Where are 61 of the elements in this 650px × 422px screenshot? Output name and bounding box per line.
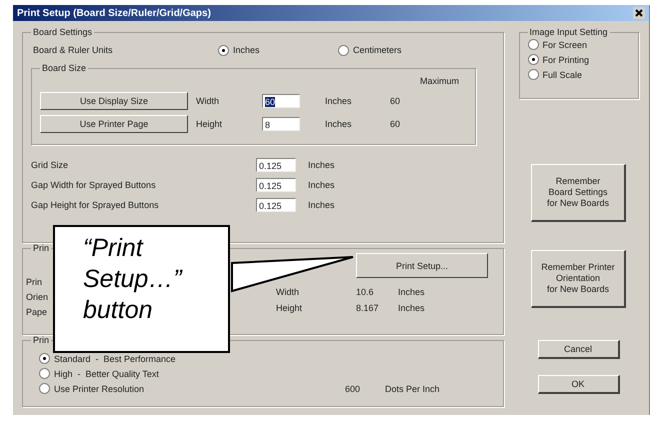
field-label: Grid Size [31, 160, 70, 170]
field-label: Gap Height for Sprayed Buttons [31, 200, 160, 210]
maximum-value: 60 [390, 96, 400, 106]
remember-board-button[interactable]: Remember Board Settings for New Boards [531, 164, 626, 222]
close-icon[interactable] [633, 7, 645, 19]
input-field[interactable]: 0.125 [256, 178, 296, 192]
radio-label: Centimeters [353, 45, 402, 55]
field-label: Pape [26, 307, 48, 317]
input-field[interactable]: 0.125 [256, 198, 296, 212]
group-title: Board Settings [32, 27, 94, 37]
field-label: Board & Ruler Units [33, 45, 114, 55]
field-label: Prin [26, 277, 42, 287]
radio-button[interactable] [218, 44, 229, 56]
group-title: Board Size [41, 63, 88, 73]
radio-label: Full Scale [542, 70, 582, 80]
dimension-value: 8.167 [356, 303, 380, 313]
input-field[interactable]: 8 [262, 116, 300, 130]
radio-button[interactable] [528, 39, 538, 50]
group-title: Image Input Setting [528, 27, 609, 37]
unit-label: Inches [308, 200, 335, 210]
field-label: Width [276, 287, 300, 297]
field-label: Height [196, 118, 224, 128]
remember-printer-button[interactable]: Remember Printer Orientation for New Boards [531, 250, 626, 308]
print-setup-button[interactable]: Print Setup... [356, 253, 488, 278]
column-header: Maximum [420, 76, 460, 86]
unit-label: Inches [308, 160, 335, 170]
radio-label: Use Printer Resolution [54, 384, 144, 394]
radio-button[interactable] [528, 69, 538, 80]
resolution-value: 600 [345, 384, 362, 394]
unit-label: Dots Per Inch [385, 384, 440, 394]
input-field[interactable]: 0.125 [256, 158, 296, 172]
unit-label: Inches [398, 287, 425, 297]
unit-label: Inches [325, 96, 353, 106]
group-title: Prin [32, 243, 50, 253]
dialog-button[interactable]: Cancel [538, 340, 620, 359]
dimension-value: 10.6 [356, 287, 375, 297]
radio-label: For Screen [542, 40, 588, 50]
size-button[interactable]: Use Printer Page [40, 114, 188, 132]
radio-label: Inches [233, 45, 260, 55]
maximum-value: 60 [390, 118, 400, 128]
radio-label: High - Better Quality Text [54, 368, 159, 378]
field-label: Orien [26, 292, 48, 302]
size-button[interactable]: Use Display Size [40, 92, 188, 110]
dialog-button[interactable]: OK [538, 375, 620, 394]
radio-button[interactable] [39, 353, 50, 364]
unit-label: Inches [325, 118, 353, 128]
input-field[interactable]: 60 [262, 94, 300, 108]
callout-text: “Print Setup…” button [83, 233, 184, 326]
radio-button[interactable] [338, 44, 349, 56]
radio-label: Standard - Best Performance [54, 354, 176, 364]
unit-label: Inches [308, 180, 335, 190]
window-title: Print Setup (Board Size/Ruler/Grid/Gaps) [17, 8, 211, 18]
radio-button[interactable] [528, 54, 538, 65]
field-label: Gap Width for Sprayed Buttons [31, 180, 157, 190]
unit-label: Inches [398, 303, 425, 313]
radio-button[interactable] [39, 383, 50, 394]
field-label: Height [276, 303, 304, 313]
field-label: Width [196, 96, 220, 106]
group-title: Prin [32, 335, 50, 345]
radio-label: For Printing [542, 54, 590, 64]
radio-button[interactable] [39, 368, 50, 379]
